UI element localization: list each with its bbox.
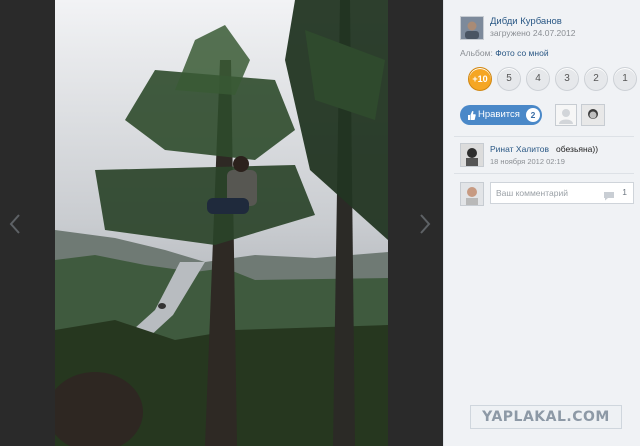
comment-placeholder: Ваш комментарий — [496, 188, 568, 198]
prev-photo-button[interactable] — [8, 212, 22, 236]
comment-author[interactable]: Ринат Халитов — [490, 144, 549, 154]
commenter-avatar[interactable] — [460, 143, 484, 167]
author-avatar[interactable] — [460, 16, 484, 40]
liker-avatar-default[interactable] — [555, 104, 577, 126]
album-label: Альбом: — [460, 48, 493, 58]
album-info: Альбом: Фото со мной — [460, 48, 549, 58]
comment-count: 1 — [622, 187, 627, 197]
rate-1-button[interactable]: 1 — [613, 67, 637, 91]
divider — [454, 136, 634, 137]
current-user-avatar — [460, 182, 484, 206]
upload-date: загружено 24.07.2012 — [490, 28, 576, 38]
liker-avatar[interactable] — [581, 104, 605, 126]
like-button[interactable]: Нравится 2 — [460, 105, 542, 125]
comment-text: обезьяна)) — [556, 144, 599, 154]
chevron-right-icon — [420, 214, 431, 234]
like-count: 2 — [526, 108, 540, 122]
rate-5-button[interactable]: 5 — [497, 67, 521, 91]
photo[interactable] — [55, 0, 388, 446]
watermark: YAPLAKAL.COM — [470, 405, 622, 429]
info-panel: Дибди Курбанов загружено 24.07.2012 Альб… — [443, 0, 640, 446]
author-name[interactable]: Дибди Курбанов — [490, 16, 562, 27]
rate-2-button[interactable]: 2 — [584, 67, 608, 91]
divider — [454, 173, 634, 174]
speech-bubble-icon — [603, 188, 615, 201]
comment-input[interactable]: Ваш комментарий 1 — [490, 182, 634, 204]
rate-4-button[interactable]: 4 — [526, 67, 550, 91]
photo-image — [55, 0, 388, 446]
rate-plus10-button[interactable]: +10 — [468, 67, 492, 91]
chevron-left-icon — [9, 214, 20, 234]
like-label: Нравится — [478, 109, 520, 120]
thumbs-up-icon — [467, 105, 476, 132]
photo-viewer — [0, 0, 443, 446]
comment-date: 18 ноября 2012 02:19 — [490, 157, 565, 166]
album-link[interactable]: Фото со мной — [495, 48, 548, 58]
rate-3-button[interactable]: 3 — [555, 67, 579, 91]
next-photo-button[interactable] — [418, 212, 432, 236]
